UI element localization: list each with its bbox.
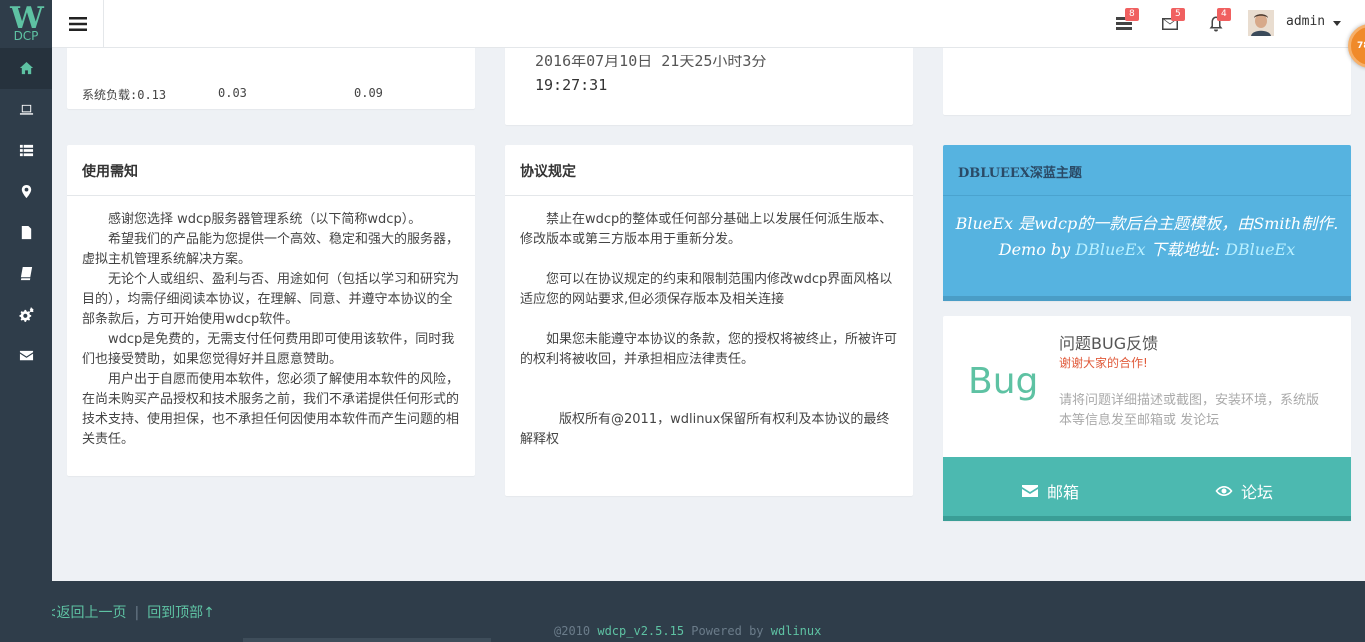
notifications-badge: 4: [1217, 8, 1231, 21]
theme-text: 下载地址:: [1145, 240, 1226, 259]
load-15: 0.09: [354, 86, 383, 100]
bug-subtitle: 谢谢大家的合作!: [1059, 356, 1148, 370]
eye-icon: [1215, 486, 1233, 496]
book-icon: [20, 266, 32, 281]
mail-link-button[interactable]: 邮箱: [1021, 479, 1079, 503]
top-header: 8 5 4 admin: [52, 0, 1365, 48]
version-link[interactable]: wdcp_v2.5.15: [597, 624, 684, 638]
sidebar-item-location[interactable]: [0, 171, 52, 212]
bug-description: 请将问题详细描述或截图，安装环境，系统版本等信息发至邮箱或 发论坛: [1059, 393, 1320, 428]
bug-logo-text: Bug: [968, 361, 1039, 402]
agreement-paragraph: 您可以在协议规定的约束和限制范围内修改wdcp界面风格以适应您的网站要求,但必须…: [520, 272, 893, 307]
user-name[interactable]: admin: [1286, 14, 1325, 29]
notice-paragraph: 无论个人或组织、盈利与否、用途如何（包括以学习和研究为目的），均需仔细阅读本协议…: [82, 272, 460, 327]
sidebar-item-file[interactable]: [0, 212, 52, 253]
demo-link[interactable]: DBlueEx: [1075, 240, 1145, 259]
load-5: 0.03: [218, 86, 247, 100]
envelope-icon: [1022, 485, 1038, 497]
home-icon: [19, 61, 33, 75]
notice-paragraph: 感谢您选择 wdcp服务器管理系统（以下简称wdcp）。: [108, 212, 422, 227]
laptop-icon: [19, 104, 33, 115]
envelope-icon: [19, 350, 33, 361]
tasks-button[interactable]: 8: [1115, 8, 1139, 35]
sidebar-item-settings[interactable]: [0, 294, 52, 335]
powered-by-text: Powered by: [684, 624, 771, 638]
theme-card-bottom-bar: [943, 296, 1351, 301]
mail-badge: 5: [1171, 8, 1185, 21]
forum-link-label: 论坛: [1241, 483, 1274, 502]
download-link[interactable]: DBlueEx: [1225, 240, 1295, 259]
sidebar-item-book[interactable]: [0, 253, 52, 294]
agreement-card: 协议规定 禁止在wdcp的整体或任何部分基础上以发展任何派生版本、修改版本或第三…: [505, 145, 913, 496]
sidebar-item-server[interactable]: [0, 89, 52, 130]
notice-body: 感谢您选择 wdcp服务器管理系统（以下简称wdcp）。 希望我们的产品能为您提…: [67, 196, 475, 450]
notice-paragraph: wdcp是免费的，无需支付任何费用即可使用该软件，同时我们也接受赞助，如果您觉得…: [82, 332, 455, 367]
notifications-button[interactable]: 4: [1207, 8, 1231, 35]
sidebar-item-home[interactable]: [0, 48, 52, 89]
horizontal-scrollbar[interactable]: [243, 638, 491, 642]
theme-title: DBLUEEX深蓝主题: [943, 145, 1351, 196]
menu-toggle-button[interactable]: [52, 0, 104, 48]
logo[interactable]: W DCP: [0, 0, 52, 48]
brand-link[interactable]: wdlinux: [771, 624, 822, 638]
tasks-badge: 8: [1125, 8, 1139, 21]
copyright-prefix: @2010: [554, 624, 598, 638]
mail-button[interactable]: 5: [1161, 8, 1185, 35]
agreement-paragraph: 版权所有@2011，wdlinux保留所有权利及本协议的最终解释权: [520, 412, 890, 447]
agreement-body: 禁止在wdcp的整体或任何部分基础上以发展任何派生版本、修改版本或第三方版本用于…: [505, 196, 913, 450]
back-to-top-link[interactable]: 回到顶部↑: [147, 605, 215, 621]
sidebar-item-list[interactable]: [0, 130, 52, 171]
load-label: 系统负载:0.13: [82, 88, 167, 102]
gears-icon: [18, 307, 34, 322]
hamburger-icon: [68, 17, 87, 31]
sidebar-item-mail[interactable]: [0, 335, 52, 376]
avatar[interactable]: [1248, 10, 1274, 36]
footer-links: <<返回上一页 | 回到顶部↑: [33, 602, 215, 622]
bug-card: Bug 问题BUG反馈 谢谢大家的合作! 请将问题详细描述或截图，安装环境，系统…: [943, 316, 1351, 521]
notice-card: 使用需知 感谢您选择 wdcp服务器管理系统（以下简称wdcp）。 希望我们的产…: [67, 145, 475, 476]
logo-dcp: DCP: [13, 29, 39, 43]
footer-separator: |: [134, 605, 140, 621]
notice-paragraph: 用户出于自愿而使用本软件，您必须了解使用本软件的风险，在尚未购买产品授权和技术服…: [82, 372, 460, 447]
footer-copyright: @2010 wdcp_v2.5.15 Powered by wdlinux: [554, 624, 821, 638]
sidebar: W DCP: [0, 0, 52, 642]
theme-body: BlueEx 是wdcp的一款后台主题模板，由Smith制作. Demo by …: [943, 196, 1351, 263]
list-icon: [19, 144, 33, 157]
clock-text: 19:27:31: [535, 76, 608, 94]
notice-paragraph: 希望我们的产品能为您提供一个高效、稳定和强大的服务器，虚拟主机管理系统解决方案。: [82, 232, 460, 267]
forum-link-button[interactable]: 论坛: [1215, 479, 1273, 503]
bug-action-bar: 邮箱 论坛: [943, 457, 1351, 521]
theme-card: DBLUEEX深蓝主题 BlueEx 是wdcp的一款后台主题模板，由Smith…: [943, 145, 1351, 301]
footer: <<返回上一页 | 回到顶部↑ @2010 wdcp_v2.5.15 Powered…: [0, 581, 1365, 642]
agreement-paragraph: 禁止在wdcp的整体或任何部分基础上以发展任何派生版本、修改版本或第三方版本用于…: [520, 212, 893, 247]
agreement-paragraph: 如果您未能遵守本协议的条款，您的授权将被终止，所被许可的权利将被收回，并承担相应…: [520, 332, 898, 367]
bug-title: 问题BUG反馈: [1059, 334, 1159, 353]
file-icon: [21, 225, 31, 240]
notice-title: 使用需知: [67, 145, 475, 196]
agreement-title: 协议规定: [505, 145, 913, 196]
date-uptime-text: 2016年07月10日 21天25小时3分: [535, 55, 767, 67]
user-photo-icon: [1248, 10, 1274, 36]
map-marker-icon: [21, 184, 31, 199]
mail-link-label: 邮箱: [1047, 483, 1080, 502]
chevron-down-icon[interactable]: [1333, 21, 1341, 26]
